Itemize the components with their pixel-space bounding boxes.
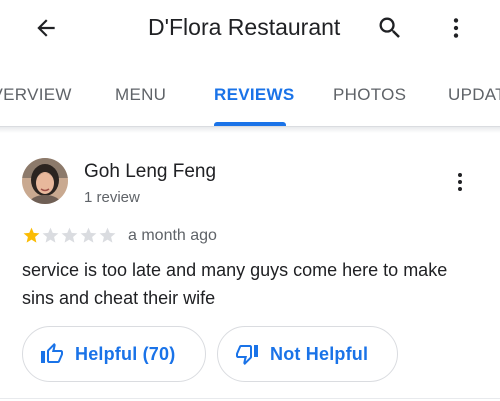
helpful-label: Helpful (70) [75, 343, 176, 364]
star-rating [22, 226, 117, 245]
avatar-image [22, 158, 68, 204]
not-helpful-button[interactable]: Not Helpful [217, 326, 398, 382]
star-empty-icon [99, 227, 116, 243]
tab-overview[interactable]: OVERVIEW [0, 84, 72, 106]
arrow-back-icon [37, 19, 55, 37]
not-helpful-label: Not Helpful [270, 343, 369, 364]
review-text: service is too late and many guys come h… [22, 260, 448, 308]
tab-bar: OVERVIEW MENU REVIEWS PHOTOS UPDATES [0, 70, 500, 126]
top-app-bar: D'Flora Restaurant [0, 0, 500, 56]
more-vert-icon [453, 18, 459, 38]
more-options-button[interactable] [436, 8, 476, 48]
page-title: D'Flora Restaurant [148, 14, 341, 40]
avatar[interactable] [22, 158, 68, 204]
star-filled-icon [23, 227, 40, 243]
tab-menu[interactable]: MENU [115, 84, 166, 106]
back-button[interactable] [26, 8, 66, 48]
review-date: a month ago [128, 227, 217, 244]
helpful-button[interactable]: Helpful (70) [22, 326, 206, 382]
reviewer-name[interactable]: Goh Leng Feng [84, 160, 216, 184]
search-icon [379, 17, 400, 38]
star-empty-icon [80, 227, 97, 243]
reviewer-review-count: 1 review [84, 189, 140, 206]
tab-reviews[interactable]: REVIEWS [214, 84, 295, 106]
search-button[interactable] [370, 8, 410, 48]
more-vert-icon [458, 173, 462, 191]
star-empty-icon [61, 227, 78, 243]
tab-updates[interactable]: UPDATES [448, 84, 500, 106]
thumb-up-icon [39, 341, 65, 367]
tab-photos[interactable]: PHOTOS [333, 84, 406, 106]
star-empty-icon [42, 227, 59, 243]
tab-shadow [0, 127, 500, 133]
review-more-button[interactable] [442, 164, 478, 200]
thumb-down-icon [234, 341, 260, 367]
card-divider [0, 398, 500, 399]
